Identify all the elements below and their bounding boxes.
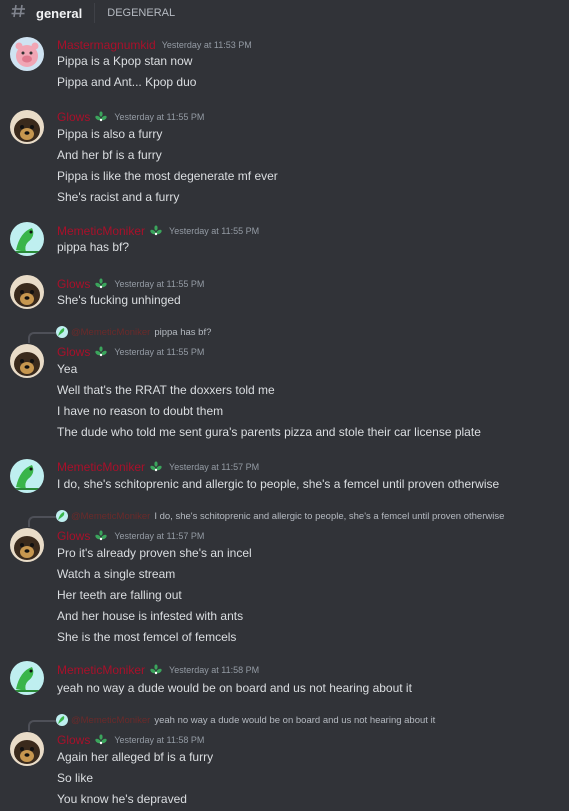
timestamp[interactable]: Yesterday at 11:55 PM [114,112,204,122]
timestamp[interactable]: Yesterday at 11:55 PM [114,279,204,289]
message-text: I do, she's schitoprenic and allergic to… [57,477,500,491]
avatar[interactable] [10,528,44,562]
message-text: She's fucking unhinged [57,293,181,307]
message-text: And her house is infested with ants [57,609,244,623]
avatar[interactable] [10,275,44,309]
message-text: So like [57,771,94,785]
author-name[interactable]: Glows [57,277,90,291]
message-text: Watch a single stream [57,567,176,581]
message-text: And her bf is a furry [57,148,162,162]
message-text: pippa has bf? [57,240,130,254]
author-name[interactable]: Mastermagnumkid [57,38,156,52]
reply-author[interactable]: @MemeticMoniker [71,327,150,338]
reply-author[interactable]: @MemeticMoniker [71,715,150,726]
message-text: She's racist and a furry [57,190,180,204]
message-text: She is the most femcel of femcels [57,630,237,644]
message-text: You know he's depraved [57,792,187,806]
author-name[interactable]: MemeticMoniker [57,460,145,474]
leaf-badge-icon [149,460,163,474]
author-name[interactable]: Glows [57,110,90,124]
reply-avatar [56,326,68,338]
leaf-badge-icon [94,733,108,747]
timestamp[interactable]: Yesterday at 11:55 PM [169,226,259,236]
message-text: Pro it's already proven she's an incel [57,546,252,560]
timestamp[interactable]: Yesterday at 11:57 PM [114,531,204,541]
reply-author[interactable]: @MemeticMoniker [71,511,150,522]
message-text: Pippa and Ant... Kpop duo [57,75,197,89]
message-text: The dude who told me sent gura's parents… [57,425,481,439]
message-text: Pippa is like the most degenerate mf eve… [57,169,278,183]
leaf-badge-icon [94,345,108,359]
avatar[interactable] [10,37,44,71]
message-text: Yea [57,362,78,376]
timestamp[interactable]: Yesterday at 11:58 PM [169,665,259,675]
channel-topic[interactable]: DEGENERAL [107,7,175,19]
channel-name[interactable]: general [36,6,82,21]
message-text: Again her alleged bf is a furry [57,750,214,764]
leaf-badge-icon [94,277,108,291]
leaf-badge-icon [94,110,108,124]
reply-preview[interactable]: @MemeticMoniker pippa has bf? [30,326,211,338]
leaf-badge-icon [94,529,108,543]
avatar[interactable] [10,110,44,144]
text-channel-icon [10,3,32,24]
reply-text[interactable]: yeah no way a dude would be on board and… [154,715,435,726]
author-name[interactable]: Glows [57,733,90,747]
leaf-badge-icon [149,224,163,238]
message-text: I have no reason to doubt them [57,404,224,418]
reply-avatar [56,714,68,726]
author-name[interactable]: Glows [57,345,90,359]
author-name[interactable]: MemeticMoniker [57,224,145,238]
message-text: Pippa is a Kpop stan now [57,54,193,68]
message-text: Well that's the RRAT the doxxers told me [57,383,275,397]
author-name[interactable]: MemeticMoniker [57,663,145,677]
avatar[interactable] [10,661,44,695]
reply-avatar [56,510,68,522]
leaf-badge-icon [149,663,163,677]
author-name[interactable]: Glows [57,529,90,543]
header-divider [94,3,96,23]
reply-text[interactable]: I do, she's schitoprenic and allergic to… [154,511,504,522]
timestamp[interactable]: Yesterday at 11:53 PM [162,40,252,50]
message-text: Pippa is also a furry [57,127,163,141]
avatar[interactable] [10,732,44,766]
avatar[interactable] [10,344,44,378]
message-text: Her teeth are falling out [57,588,182,602]
reply-preview[interactable]: @MemeticMoniker I do, she's schitoprenic… [30,510,504,522]
avatar[interactable] [10,459,44,493]
reply-preview[interactable]: @MemeticMoniker yeah no way a dude would… [30,714,435,726]
avatar[interactable] [10,222,44,256]
timestamp[interactable]: Yesterday at 11:58 PM [114,735,204,745]
reply-text[interactable]: pippa has bf? [154,327,211,338]
channel-header: general DEGENERAL [0,0,569,26]
timestamp[interactable]: Yesterday at 11:55 PM [114,347,204,357]
message-text: yeah no way a dude would be on board and… [57,681,412,695]
timestamp[interactable]: Yesterday at 11:57 PM [169,462,259,472]
